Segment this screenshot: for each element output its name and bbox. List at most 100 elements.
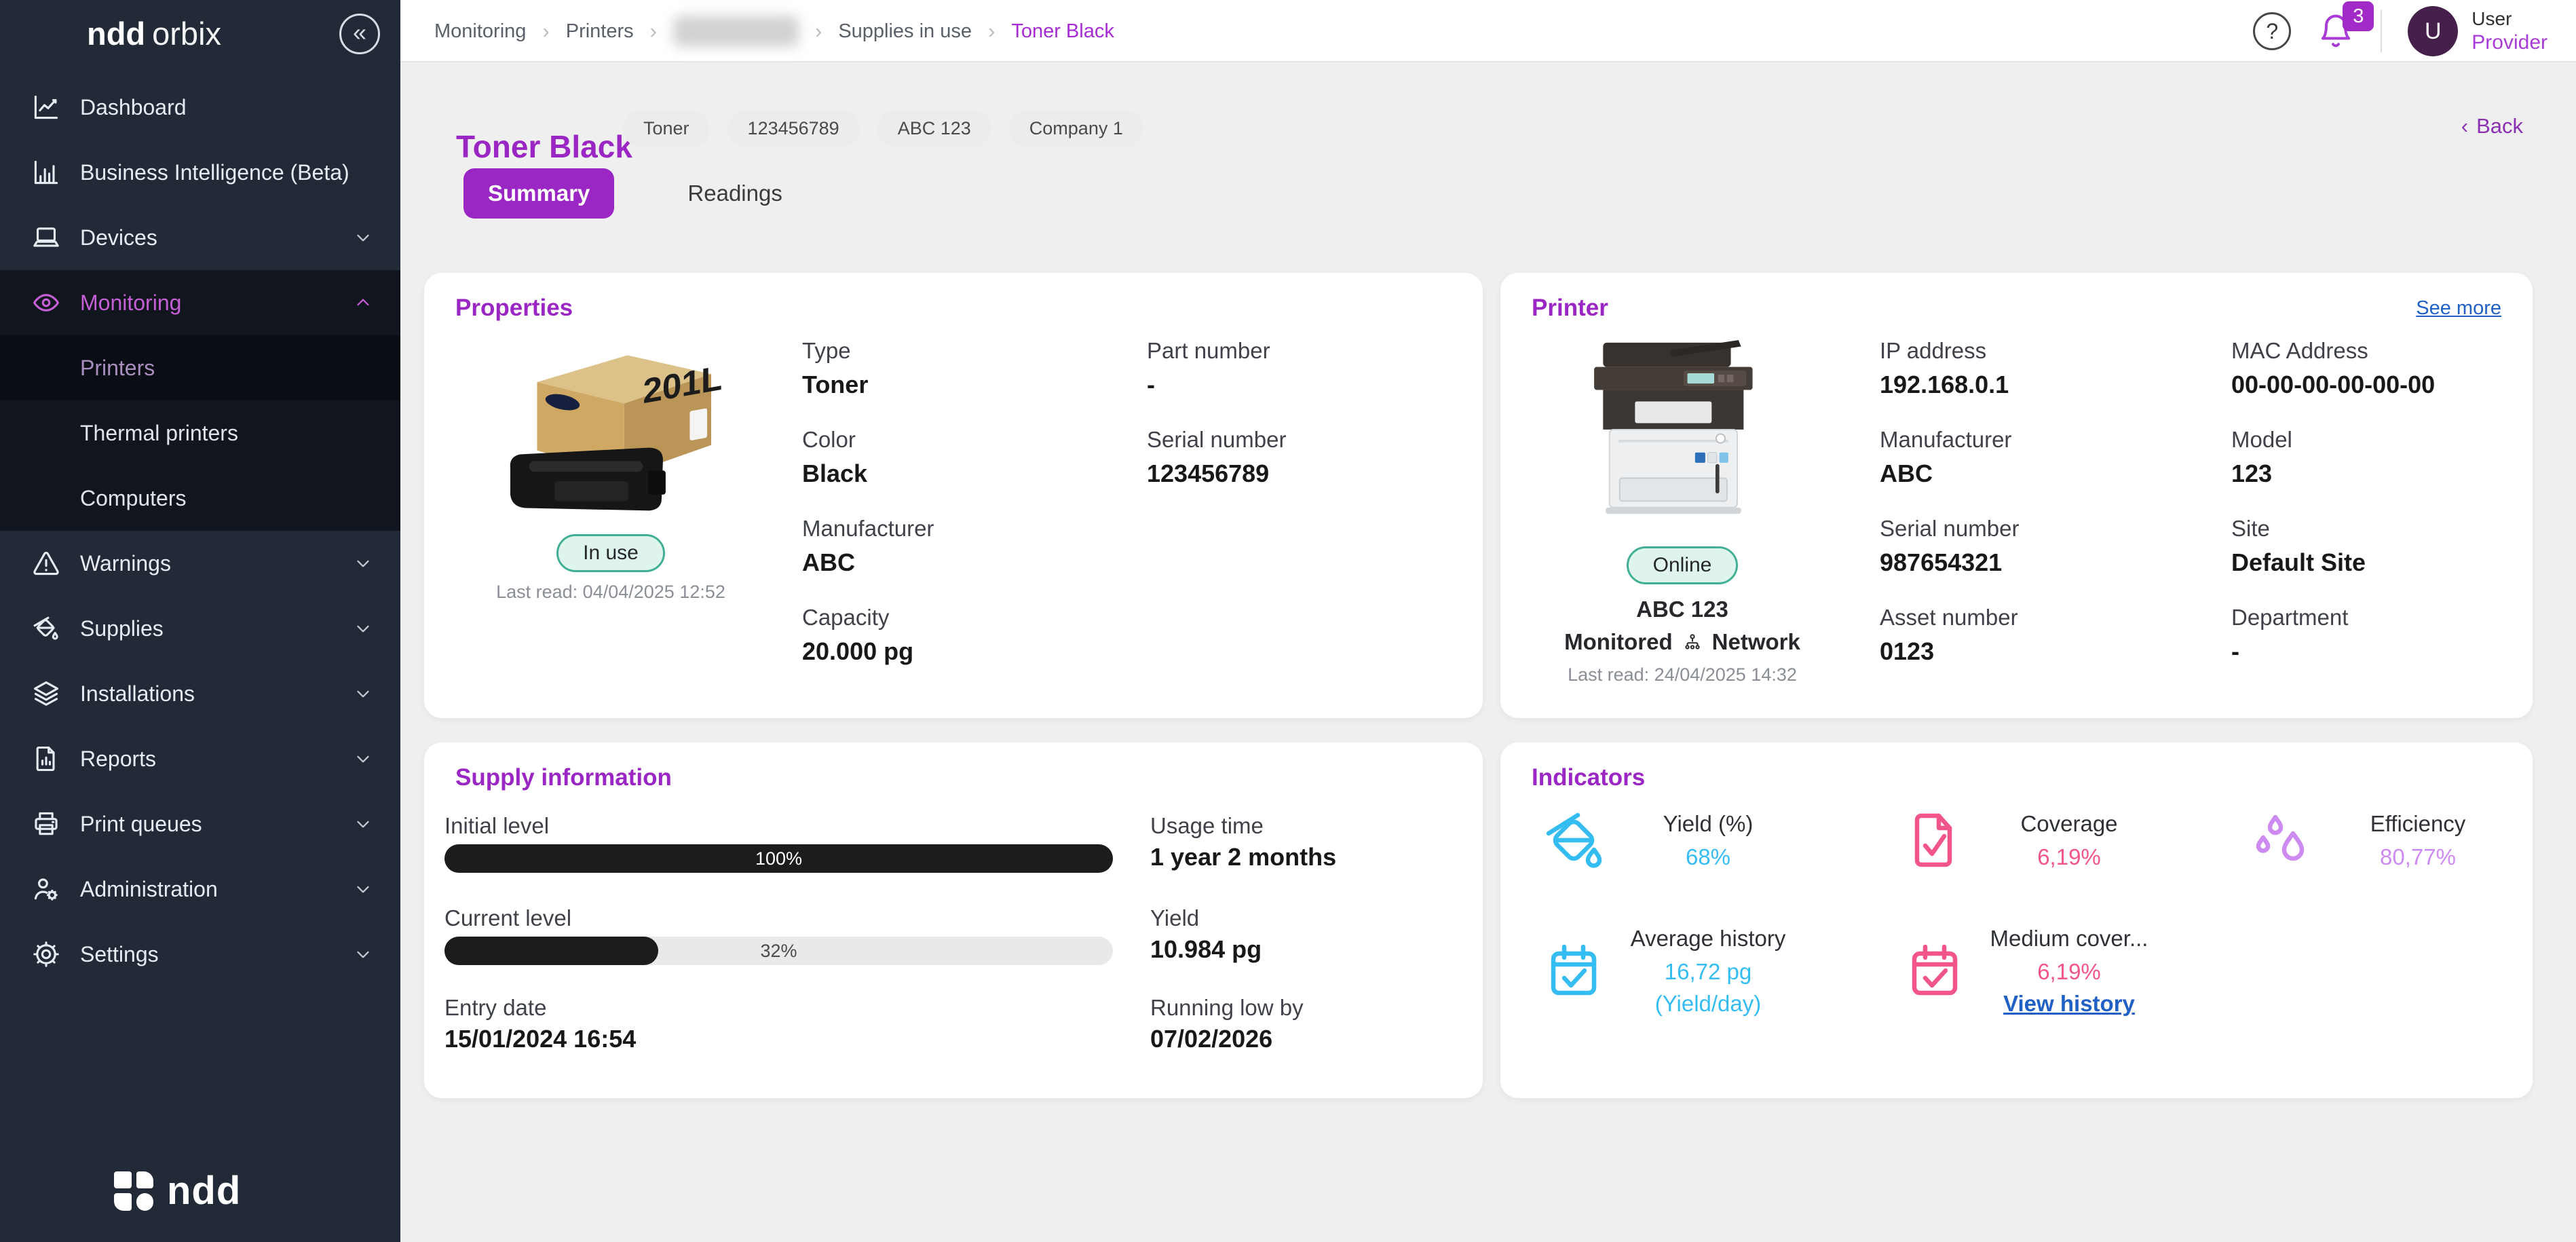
laptop-icon [31, 223, 61, 252]
initial-level-percent: 100% [444, 844, 1113, 873]
sidebar-item-label: Devices [80, 225, 334, 250]
breadcrumb-separator-icon: › [650, 19, 657, 43]
collapse-icon: « [353, 20, 366, 45]
footer-brand-text: ndd [167, 1168, 241, 1213]
paint-bucket-icon [31, 614, 61, 643]
tag-type: Toner [623, 110, 710, 147]
tag-serial: 123456789 [727, 110, 860, 147]
sidebar-item-business-intelligence[interactable]: Business Intelligence (Beta) [0, 140, 400, 205]
sidebar-item-label: Installations [80, 681, 334, 707]
back-button[interactable]: ‹ Back [2461, 114, 2523, 138]
see-more-link[interactable]: See more [2416, 297, 2501, 320]
toner-last-read: Last read: 04/04/2025 12:52 [461, 582, 760, 603]
sidebar-item-label: Warnings [80, 551, 334, 576]
indicator-label: Efficiency [2330, 812, 2506, 835]
indicator-value: 16,72 pg [1620, 960, 1796, 983]
tab-readings[interactable]: Readings [663, 168, 806, 219]
sidebar-item-settings[interactable]: Settings [0, 922, 400, 987]
printer-last-read: Last read: 24/04/2025 14:32 [1547, 664, 1818, 685]
breadcrumb-supplies-in-use[interactable]: Supplies in use [838, 20, 972, 43]
indicator-label: Medium cover... [1981, 927, 2157, 949]
sidebar-footer-logo: ndd [114, 1168, 241, 1213]
sidebar-subitem-thermal-printers[interactable]: Thermal printers [0, 400, 400, 466]
sidebar-subitem-label: Thermal printers [80, 421, 238, 446]
field-serial-number: Serial number 987654321 [1880, 516, 2212, 605]
calendar-check-icon [1541, 939, 1606, 1004]
sidebar-item-monitoring[interactable]: Monitoring [0, 270, 400, 335]
status-badge: In use [556, 534, 665, 572]
printer-product-image [1574, 330, 1791, 527]
user-menu[interactable]: U User Provider [2408, 6, 2547, 56]
chevron-down-icon [353, 683, 373, 704]
back-label: Back [2476, 114, 2523, 138]
breadcrumb-separator-icon: › [988, 19, 995, 43]
indicator-value: 6,19% [1981, 960, 2157, 983]
field-color: Color Black [802, 427, 1128, 516]
sidebar-item-print-queues[interactable]: Print queues [0, 791, 400, 857]
view-history-link[interactable]: View history [2003, 991, 2135, 1016]
chevron-down-icon [353, 618, 373, 639]
printer-card: Printer See more [1500, 273, 2533, 718]
sidebar-nav: Dashboard Business Intelligence (Beta) D… [0, 75, 400, 987]
sidebar-subitem-label: Printers [80, 356, 155, 381]
user-meta: User Provider [2471, 7, 2547, 55]
printer-monitored-row: Monitored Network [1547, 629, 1818, 655]
bar-chart-icon [31, 157, 61, 187]
app-root: nddorbix « Dashboard Business Intelligen… [0, 0, 2576, 1242]
field-serial-number: Serial number 123456789 [1147, 427, 1459, 516]
properties-fields-column-1: Type Toner Color Black Manufacturer ABC … [802, 338, 1128, 694]
sidebar-item-devices[interactable]: Devices [0, 205, 400, 270]
help-button[interactable]: ? [2253, 12, 2291, 50]
chevron-down-icon [353, 944, 373, 964]
entry-date-label: Entry date [444, 995, 546, 1021]
sidebar-item-supplies[interactable]: Supplies [0, 596, 400, 661]
sidebar-item-label: Print queues [80, 812, 334, 837]
current-level-progressbar: 32% [444, 937, 1113, 965]
sidebar: nddorbix « Dashboard Business Intelligen… [0, 0, 400, 1242]
indicators-card: Indicators Yield (%) 68% Coverage 6,19% [1500, 742, 2533, 1098]
usage-time-label: Usage time [1150, 813, 1264, 839]
user-name: User [2471, 7, 2547, 31]
breadcrumb-toner-black[interactable]: Toner Black [1011, 20, 1114, 43]
notifications-button[interactable]: 3 [2317, 12, 2355, 50]
field-manufacturer: Manufacturer ABC [802, 516, 1128, 605]
sidebar-item-label: Monitoring [80, 290, 334, 316]
sidebar-item-warnings[interactable]: Warnings [0, 531, 400, 596]
page-title: Toner Black [456, 128, 632, 165]
chevron-down-icon [353, 814, 373, 834]
chevron-down-icon [353, 879, 373, 899]
sidebar-item-installations[interactable]: Installations [0, 661, 400, 726]
entry-date-value: 15/01/2024 16:54 [444, 1025, 636, 1053]
field-ip-address: IP address 192.168.0.1 [1880, 338, 2212, 427]
sidebar-item-dashboard[interactable]: Dashboard [0, 75, 400, 140]
breadcrumb-monitoring[interactable]: Monitoring [434, 20, 526, 43]
topbar: Monitoring › Printers › › Supplies in us… [400, 0, 2576, 62]
sidebar-item-administration[interactable]: Administration [0, 857, 400, 922]
tag-company: Company 1 [1009, 110, 1143, 147]
sidebar-item-reports[interactable]: Reports [0, 726, 400, 791]
supply-card-title: Supply information [455, 764, 672, 791]
running-low-label: Running low by [1150, 995, 1304, 1021]
indicator-label: Average history [1620, 927, 1796, 949]
supply-information-card: Supply information Initial level 100% Cu… [424, 742, 1483, 1098]
printer-media: Online ABC 123 Monitored Network Last re… [1547, 330, 1818, 685]
brand-logo: nddorbix [87, 15, 221, 52]
indicator-value: 80,77% [2330, 846, 2506, 868]
breadcrumb-printers[interactable]: Printers [566, 20, 634, 43]
monitored-label: Monitored [1564, 629, 1672, 655]
tab-summary[interactable]: Summary [463, 168, 614, 219]
sidebar-subitem-printers[interactable]: Printers [0, 335, 400, 400]
toner-media: 201L In use Last read: 04/04/2025 12:52 [461, 330, 760, 603]
printer-name: ABC 123 [1547, 597, 1818, 622]
chevron-down-icon [353, 227, 373, 248]
breadcrumb-redacted-item[interactable] [673, 16, 799, 47]
indicator-label: Yield (%) [1620, 812, 1796, 835]
indicator-sub: (Yield/day) [1620, 992, 1796, 1015]
sidebar-subitem-computers[interactable]: Computers [0, 466, 400, 531]
warning-triangle-icon [31, 548, 61, 578]
properties-card: Properties 201L In use Last read: 04/04/… [424, 273, 1483, 718]
field-capacity: Capacity 20.000 pg [802, 605, 1128, 694]
indicator-efficiency: Efficiency 80,77% [2251, 808, 2506, 873]
chevron-down-icon [353, 553, 373, 573]
sidebar-collapse-button[interactable]: « [339, 14, 380, 54]
